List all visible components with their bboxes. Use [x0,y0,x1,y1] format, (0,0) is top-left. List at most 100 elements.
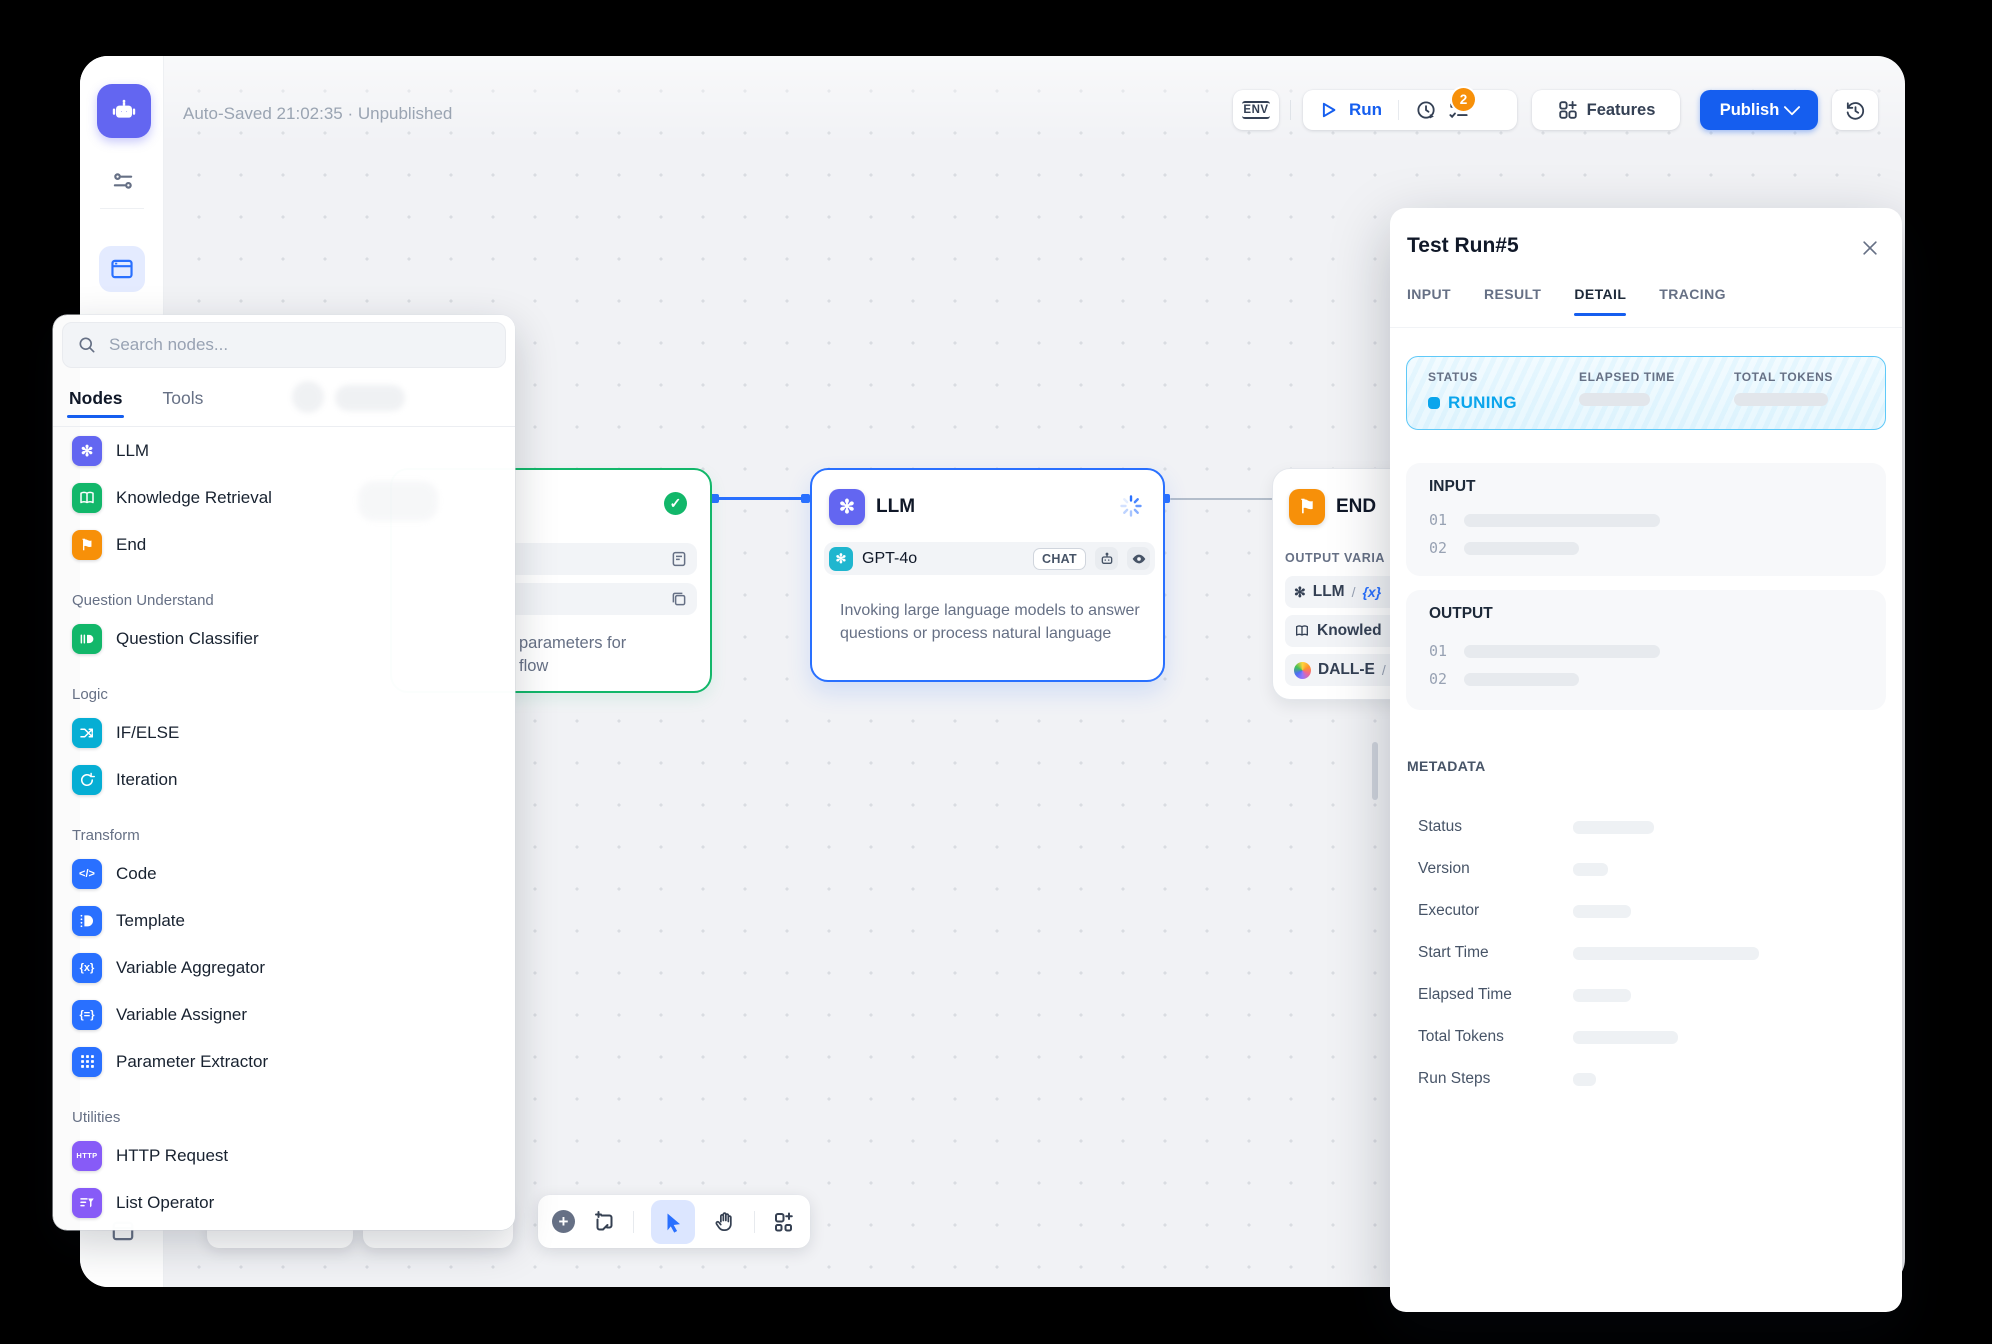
run-button[interactable]: Run [1349,100,1382,120]
search-input[interactable] [107,334,491,356]
node-item-parameter-extractor[interactable]: Parameter Extractor [53,1038,515,1085]
metadata-label: Start Time [1418,944,1573,962]
openai-icon: ✻ [829,547,853,571]
metadata-label: Elapsed Time [1418,986,1573,1004]
output-card: OUTPUT 01 02 [1406,590,1886,710]
input-card: INPUT 01 02 [1406,463,1886,576]
hand-tool-icon[interactable] [713,1210,737,1234]
env-button[interactable]: ENV [1233,90,1279,130]
metadata-row: Version [1418,848,1882,890]
node-item-end[interactable]: ⚑ End [53,521,515,568]
add-node-button[interactable]: + [552,1210,575,1233]
add-note-icon[interactable] [592,1210,616,1234]
metadata-label: Executor [1418,902,1573,920]
cursor-icon [661,1210,685,1234]
sliders-icon[interactable] [110,168,136,194]
history-icon [1844,99,1866,121]
loading-spinner-icon [1119,494,1143,518]
llm-node-title: LLM [876,496,915,518]
checklist-icon[interactable]: 2 [1447,99,1469,121]
node-item-label: Code [116,864,157,884]
publish-button[interactable]: Publish [1700,90,1818,130]
value-placeholder [1464,645,1660,658]
llm-node[interactable]: ✻ LLM ✻ GPT-4o CHAT [810,468,1165,682]
node-item-variable-aggregator[interactable]: {x}Variable Aggregator [53,944,515,991]
workflow-tool-button[interactable] [99,246,145,292]
tab-tools[interactable]: Tools [162,388,203,409]
node-item-label: IF/ELSE [116,723,179,743]
robot-icon [108,95,140,127]
tabs-divider [1390,327,1902,328]
app-logo[interactable] [97,84,151,138]
row-number: 01 [1429,642,1447,660]
toolbar-divider [633,1211,634,1233]
node-item-iteration[interactable]: Iteration [53,756,515,803]
robot-badge-icon [1095,547,1118,570]
features-grid-icon [1557,99,1579,121]
edge-start-to-llm [714,497,809,500]
metadata-value-placeholder [1573,863,1608,876]
node-item-if-else[interactable]: IF/ELSE [53,709,515,756]
start-node-description: parameters for flow [519,632,709,678]
value-placeholder [1464,673,1579,686]
variable-tag: {x} [1362,584,1381,600]
metadata-row: Total Tokens [1418,1016,1882,1058]
code-icon: </> [72,859,102,889]
run-group-divider [1398,100,1399,120]
end-icon: ⚑ [72,530,102,560]
document-icon [670,550,688,568]
run-history-icon[interactable] [1415,99,1437,121]
node-item-llm[interactable]: ✻LLM [53,427,515,474]
output-variables-label: OUTPUT VARIA [1285,551,1385,565]
node-item-list-operator[interactable]: List Operator [53,1179,515,1226]
model-selector[interactable]: ✻ GPT-4o CHAT [824,542,1155,575]
panel-resize-handle[interactable] [1372,742,1378,800]
end-flag-icon: ⚑ [1289,489,1325,525]
node-item-variable-assigner[interactable]: {=}Variable Assigner [53,991,515,1038]
close-icon[interactable] [1860,238,1880,258]
metadata-value-placeholder [1573,905,1631,918]
test-run-panel: Test Run#5 INPUT RESULT DETAIL TRACING S… [1390,208,1902,1312]
organize-layout-icon[interactable] [772,1210,796,1234]
metadata-row: Elapsed Time [1418,974,1882,1016]
tab-result[interactable]: RESULT [1484,286,1541,316]
node-list: ✻LLMKnowledge Retrieval⚑EndQuestion Unde… [53,427,515,1226]
end-node-title: END [1336,496,1376,518]
running-dot-icon [1428,397,1440,409]
node-item-knowledge-retrieval[interactable]: Knowledge Retrieval [53,474,515,521]
node-item-http-request[interactable]: HTTPHTTP Request [53,1132,515,1179]
variable-separator: / [1352,584,1356,600]
metadata-value-placeholder [1573,989,1631,1002]
variable-name: DALL-E [1318,661,1375,679]
node-item-label: End [116,535,146,555]
node-item-label: List Operator [116,1193,214,1213]
node-item-label: Parameter Extractor [116,1052,268,1072]
node-item-label: Template [116,911,185,931]
metadata-value-placeholder [1573,1073,1596,1086]
template-icon [72,906,102,936]
llm-input-handle[interactable] [801,494,810,503]
variable-name: LLM [1313,583,1345,601]
features-button[interactable]: Features [1532,90,1680,130]
features-label: Features [1587,101,1656,120]
tab-tracing[interactable]: TRACING [1659,286,1726,316]
llm-icon: ✻ [72,436,102,466]
tab-input[interactable]: INPUT [1407,286,1451,316]
node-item-question-classifier[interactable]: Question Classifier [53,615,515,662]
tab-detail[interactable]: DETAIL [1574,286,1626,316]
metadata-title: METADATA [1407,758,1486,774]
play-icon [1317,99,1339,121]
node-item-code[interactable]: </> Code [53,850,515,897]
pointer-tool-button[interactable] [651,1200,695,1244]
success-check-icon: ✓ [664,492,687,515]
knowledge-retrieval-icon [72,483,102,513]
metadata-rows: StatusVersionExecutorStart TimeElapsed T… [1418,806,1882,1100]
if-else-icon [72,718,102,748]
tab-nodes[interactable]: Nodes [69,388,122,409]
checklist-badge: 2 [1452,88,1475,111]
version-history-button[interactable] [1832,90,1878,130]
variable-separator: / [1382,662,1386,678]
search-icon [77,335,97,355]
edge-llm-to-end [1170,498,1274,501]
node-item-template[interactable]: Template [53,897,515,944]
